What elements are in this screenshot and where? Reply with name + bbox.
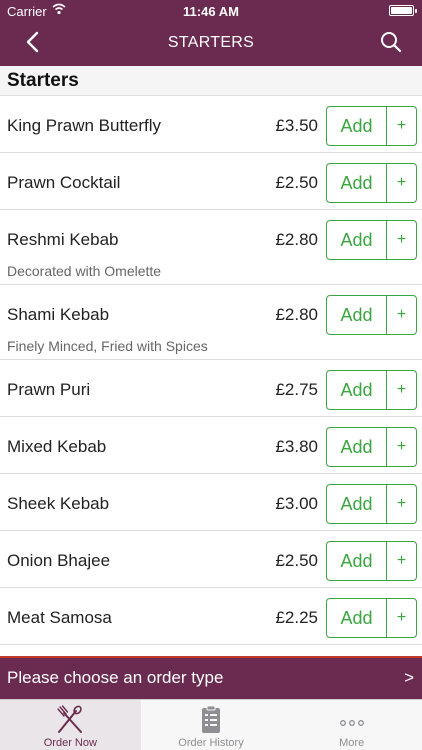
menu-item: King Prawn Butterfly £3.50 Add + xyxy=(0,96,422,153)
fork-knife-icon xyxy=(57,705,83,733)
status-bar: Carrier 11:46 AM xyxy=(0,0,422,22)
menu-item: Reshmi Kebab Decorated with Omelette £2.… xyxy=(0,210,422,285)
add-button[interactable]: Add + xyxy=(326,163,417,203)
plus-icon[interactable]: + xyxy=(387,371,416,409)
item-name: Prawn Cocktail xyxy=(7,173,121,192)
plus-icon[interactable]: + xyxy=(387,107,416,145)
menu-item: Sheek Kebab £3.00 Add + xyxy=(0,474,422,531)
item-name: Mixed Kebab xyxy=(7,437,107,456)
add-button[interactable]: Add + xyxy=(326,295,417,335)
order-type-prompt: Please choose an order type xyxy=(7,668,224,687)
add-button[interactable]: Add + xyxy=(326,598,417,638)
plus-icon[interactable]: + xyxy=(387,221,416,259)
add-label: Add xyxy=(327,164,387,202)
menu-item: Shami Kebab Finely Minced, Fried with Sp… xyxy=(0,285,422,360)
tab-label: Order Now xyxy=(43,737,97,749)
clipboard-icon xyxy=(202,705,220,733)
section-title: Starters xyxy=(7,70,79,91)
tab-label: More xyxy=(339,737,365,749)
add-label: Add xyxy=(327,542,387,580)
add-label: Add xyxy=(327,107,387,145)
item-name: Meat Samosa xyxy=(7,608,112,627)
add-button[interactable]: Add + xyxy=(326,484,417,524)
add-button[interactable]: Add + xyxy=(326,370,417,410)
menu-item: Mixed Kebab £3.80 Add + xyxy=(0,417,422,474)
menu-item: Meat Samosa £2.25 Add + xyxy=(0,588,422,645)
search-icon[interactable] xyxy=(380,31,402,53)
chevron-right-icon: > xyxy=(404,668,414,687)
add-button[interactable]: Add + xyxy=(326,427,417,467)
section-header: Starters xyxy=(0,66,422,96)
item-price: £3.50 xyxy=(275,116,318,135)
top-bar: Carrier 11:46 AM STARTERS xyxy=(0,0,422,66)
item-name: King Prawn Butterfly xyxy=(7,116,162,135)
add-button[interactable]: Add + xyxy=(326,220,417,260)
menu-item: Onion Bhajee £2.50 Add + xyxy=(0,531,422,588)
tab-order-now[interactable]: Order Now xyxy=(0,700,141,750)
add-label: Add xyxy=(327,428,387,466)
menu-item: Prawn Cocktail £2.50 Add + xyxy=(0,153,422,210)
add-label: Add xyxy=(327,599,387,637)
menu-list[interactable]: King Prawn Butterfly £3.50 Add + Prawn C… xyxy=(0,96,422,656)
item-name: Prawn Puri xyxy=(7,380,91,399)
item-name: Onion Bhajee xyxy=(7,551,111,570)
plus-icon[interactable]: + xyxy=(387,164,416,202)
more-dots-icon xyxy=(339,720,364,726)
menu-item: Prawn Puri £2.75 Add + xyxy=(0,360,422,417)
plus-icon[interactable]: + xyxy=(387,485,416,523)
tab-order-history[interactable]: Order History xyxy=(141,700,282,750)
plus-icon[interactable]: + xyxy=(387,296,416,334)
item-description: Finely Minced, Fried with Spices xyxy=(7,338,208,354)
item-name: Shami Kebab xyxy=(7,305,110,324)
item-price: £2.80 xyxy=(275,305,318,324)
item-price: £2.80 xyxy=(275,230,318,249)
add-button[interactable]: Add + xyxy=(326,541,417,581)
plus-icon[interactable]: + xyxy=(387,599,416,637)
item-price: £2.25 xyxy=(275,608,318,627)
plus-icon[interactable]: + xyxy=(387,428,416,466)
page-title: STARTERS xyxy=(167,34,255,51)
item-price: £3.80 xyxy=(275,437,318,456)
add-label: Add xyxy=(327,296,387,334)
tab-more[interactable]: More xyxy=(281,700,422,750)
clock: 11:46 AM xyxy=(183,4,239,19)
add-button[interactable]: Add + xyxy=(326,106,417,146)
tab-label: Order History xyxy=(178,737,244,749)
item-price: £2.50 xyxy=(275,173,318,192)
add-label: Add xyxy=(327,221,387,259)
plus-icon[interactable]: + xyxy=(387,542,416,580)
battery-icon xyxy=(389,5,417,16)
item-name: Reshmi Kebab xyxy=(7,230,119,249)
item-price: £3.00 xyxy=(275,494,318,513)
item-name: Sheek Kebab xyxy=(7,494,110,513)
item-price: £2.75 xyxy=(275,380,318,399)
add-label: Add xyxy=(327,485,387,523)
tab-bar: Order Now Order History More xyxy=(0,699,422,750)
order-type-bar[interactable]: Please choose an order type > xyxy=(0,656,422,699)
add-label: Add xyxy=(327,371,387,409)
item-description: Decorated with Omelette xyxy=(7,263,162,279)
item-price: £2.50 xyxy=(275,551,318,570)
